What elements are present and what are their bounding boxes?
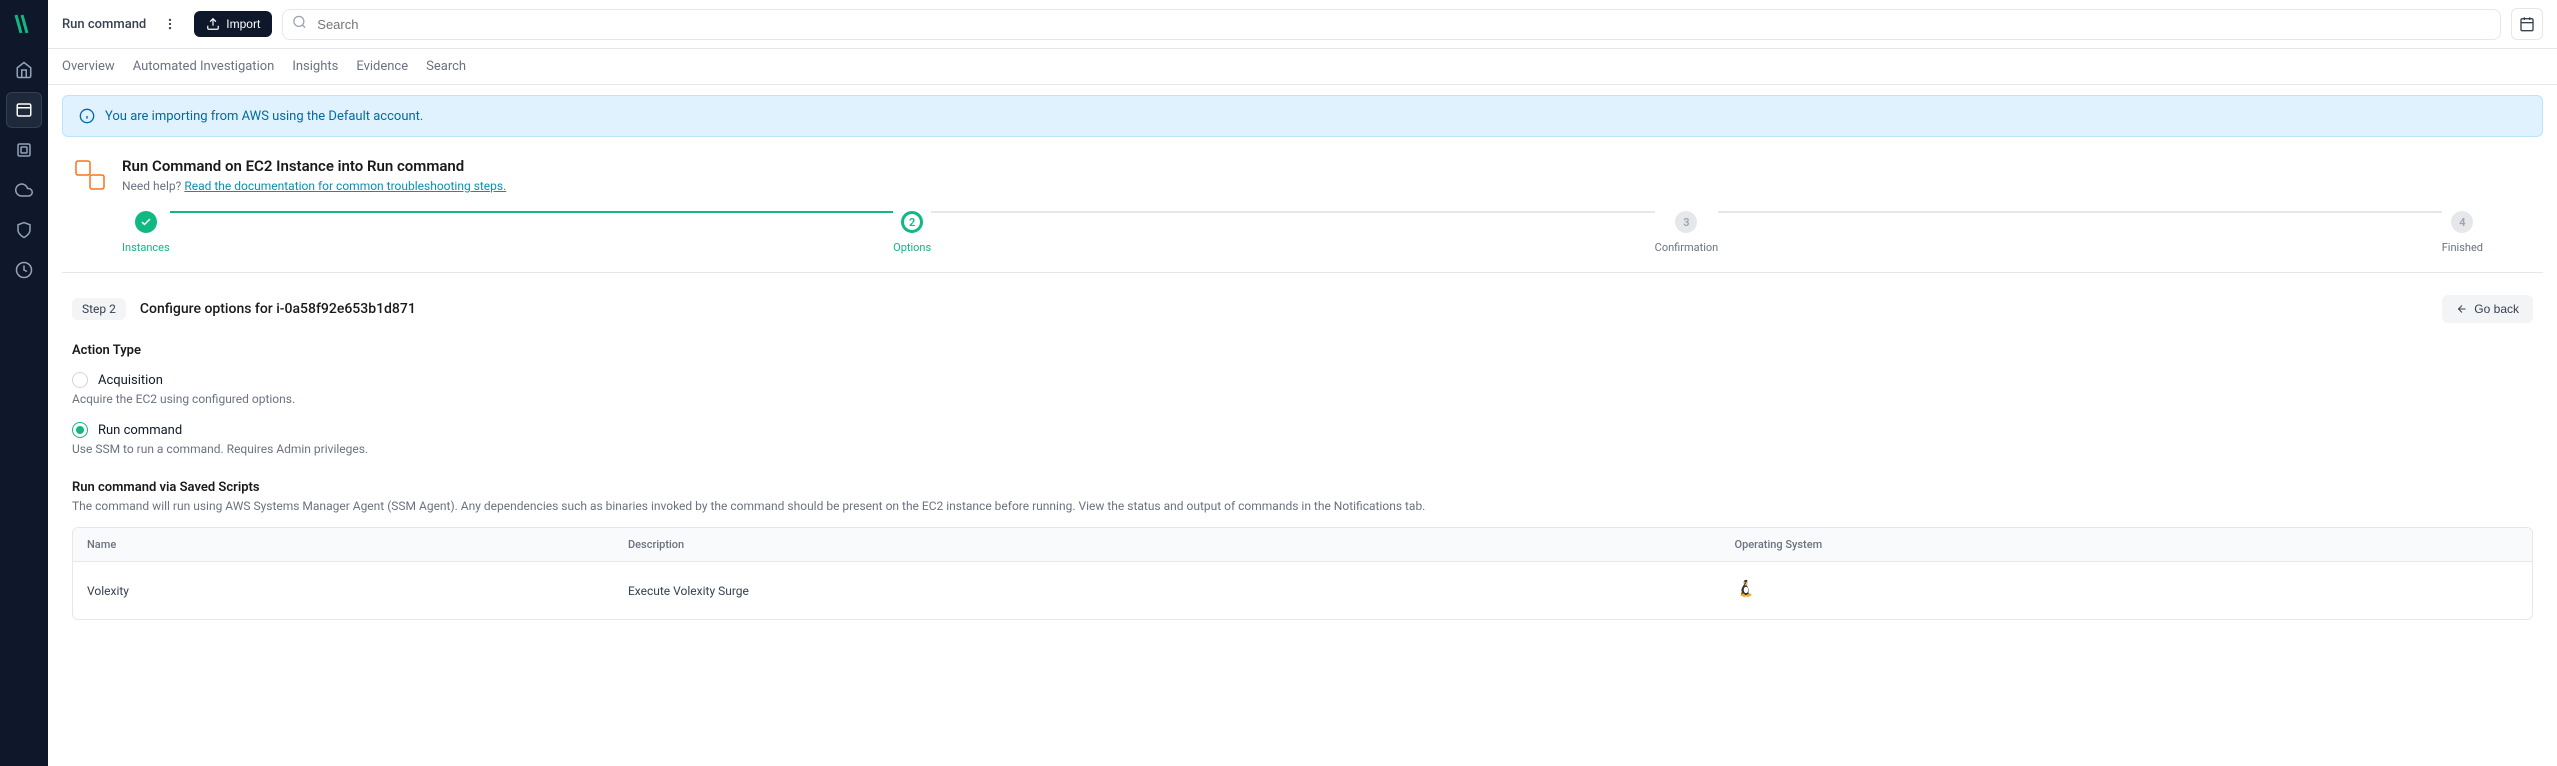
stepper: Instances 2 Options 3 Confirmation 4 Fin… bbox=[62, 193, 2543, 273]
step-4-circle: 4 bbox=[2451, 211, 2473, 233]
th-os: Operating System bbox=[1721, 528, 2532, 561]
content: Step 2 Configure options for i-0a58f92e6… bbox=[48, 273, 2557, 642]
step-2-circle: 2 bbox=[901, 211, 923, 233]
sidebar-item-cloud[interactable] bbox=[6, 172, 42, 208]
step-1-label: Instances bbox=[122, 241, 170, 254]
td-desc: Execute Volexity Surge bbox=[614, 568, 1721, 614]
step-1-circle bbox=[135, 211, 157, 233]
check-icon bbox=[140, 216, 152, 228]
breadcrumb: Run command bbox=[62, 17, 146, 32]
radio-desc: Acquire the EC2 using configured options… bbox=[72, 392, 2533, 406]
th-desc: Description bbox=[614, 528, 1721, 561]
step-line-1 bbox=[170, 211, 893, 213]
sidebar-item-investigations[interactable] bbox=[6, 92, 42, 128]
linux-icon bbox=[1735, 578, 1757, 600]
step-4-label: Finished bbox=[2442, 241, 2483, 254]
goback-button[interactable]: Go back bbox=[2442, 295, 2533, 323]
page-title: Run Command on EC2 Instance into Run com… bbox=[122, 157, 506, 175]
radio-desc: Use SSM to run a command. Requires Admin… bbox=[72, 442, 2533, 456]
step-badge: Step 2 bbox=[72, 298, 126, 320]
th-name: Name bbox=[73, 528, 614, 561]
step-3-circle: 3 bbox=[1675, 211, 1697, 233]
content-title: Configure options for i-0a58f92e653b1d87… bbox=[140, 301, 416, 317]
more-menu-button[interactable] bbox=[156, 10, 184, 38]
radio-acquisition[interactable]: Acquisition bbox=[72, 372, 2533, 388]
radio-label: Run command bbox=[98, 423, 182, 438]
content-header: Step 2 Configure options for i-0a58f92e6… bbox=[72, 295, 2533, 323]
scripts-table: Name Description Operating System Volexi… bbox=[72, 527, 2533, 620]
radio-group: Acquisition Acquire the EC2 using config… bbox=[72, 372, 2533, 456]
tab-overview[interactable]: Overview bbox=[62, 49, 115, 84]
search-wrap bbox=[282, 9, 2501, 40]
tabs: Overview Automated Investigation Insight… bbox=[48, 49, 2557, 85]
action-type-title: Action Type bbox=[72, 343, 2533, 358]
info-icon bbox=[79, 108, 95, 124]
radio-circle bbox=[72, 372, 88, 388]
td-name: Volexity bbox=[73, 568, 614, 614]
sidebar-item-time[interactable] bbox=[6, 252, 42, 288]
tab-search[interactable]: Search bbox=[426, 49, 466, 84]
help-link[interactable]: Read the documentation for common troubl… bbox=[184, 179, 506, 193]
info-banner: You are importing from AWS using the Def… bbox=[62, 95, 2543, 137]
sidebar-item-home[interactable] bbox=[6, 52, 42, 88]
search-icon bbox=[292, 15, 307, 34]
import-label: Import bbox=[226, 17, 260, 31]
scripts-title: Run command via Saved Scripts bbox=[72, 480, 2533, 495]
search-input[interactable] bbox=[282, 9, 2501, 40]
step-3-label: Confirmation bbox=[1655, 241, 1719, 254]
radio-run-command[interactable]: Run command bbox=[72, 422, 2533, 438]
goback-label: Go back bbox=[2474, 302, 2519, 316]
step-2-label: Options bbox=[893, 241, 931, 254]
calendar-button[interactable] bbox=[2511, 8, 2543, 40]
banner-text: You are importing from AWS using the Def… bbox=[105, 109, 423, 124]
table-header: Name Description Operating System bbox=[73, 528, 2532, 562]
tab-evidence[interactable]: Evidence bbox=[356, 49, 408, 84]
arrow-left-icon bbox=[2456, 303, 2468, 315]
scripts-desc: The command will run using AWS Systems M… bbox=[72, 499, 2533, 513]
radio-label: Acquisition bbox=[98, 373, 163, 388]
import-button[interactable]: Import bbox=[194, 11, 272, 37]
radio-circle bbox=[72, 422, 88, 438]
sidebar-item-security[interactable] bbox=[6, 212, 42, 248]
aws-icon bbox=[72, 157, 108, 193]
table-row[interactable]: Volexity Execute Volexity Surge bbox=[73, 562, 2532, 619]
upload-icon bbox=[206, 17, 220, 31]
page-header: Run Command on EC2 Instance into Run com… bbox=[48, 137, 2557, 193]
sidebar-item-evidence[interactable] bbox=[6, 132, 42, 168]
sidebar bbox=[0, 0, 48, 766]
step-line-3 bbox=[1718, 211, 2441, 213]
tab-automated-investigation[interactable]: Automated Investigation bbox=[133, 49, 275, 84]
topbar: Run command Import bbox=[48, 0, 2557, 49]
logo bbox=[8, 8, 40, 40]
td-os bbox=[1721, 562, 2532, 619]
help-text: Need help? Read the documentation for co… bbox=[122, 179, 506, 193]
step-line-2 bbox=[931, 211, 1654, 213]
tab-insights[interactable]: Insights bbox=[292, 49, 338, 84]
